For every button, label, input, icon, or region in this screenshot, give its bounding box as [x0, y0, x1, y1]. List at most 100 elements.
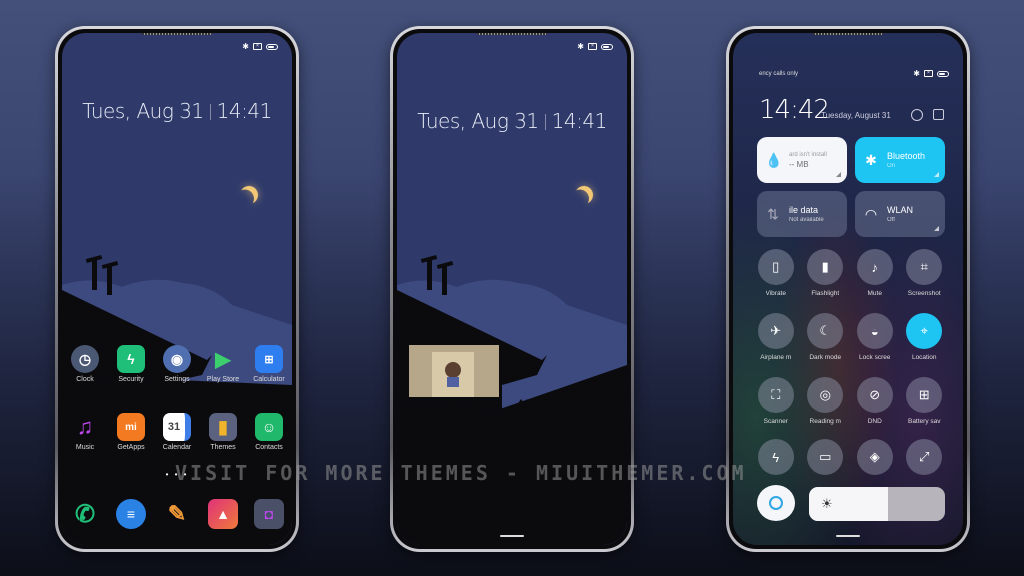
toggle-location[interactable]: ⌖ Location	[900, 313, 950, 361]
bluetooth-icon: ✱	[865, 151, 877, 168]
tile-storage[interactable]: 💧 ard isn't install -- MB	[757, 137, 847, 183]
tile-wlan[interactable]: ◠ WLAN Off	[855, 191, 945, 237]
toggle-label: Location	[911, 354, 937, 361]
toggle-label: Battery sav	[907, 418, 941, 425]
auto-brightness-button[interactable]	[757, 485, 795, 521]
calendar-icon: 31	[163, 413, 191, 441]
app-settings[interactable]: ◉ Settings	[154, 345, 200, 383]
toggle-resize[interactable]: ⤢	[900, 439, 950, 475]
app-contacts[interactable]: ☺ Contacts	[246, 413, 292, 451]
location-icon: ⌖	[906, 313, 943, 349]
airplane-icon: ✈	[757, 313, 794, 349]
battery-saver-icon: ⊞	[906, 377, 943, 413]
toggle-cast[interactable]: ▭	[801, 439, 851, 475]
app-music[interactable]: ♫ Music	[62, 413, 108, 451]
bluetooth-icon: ✱	[242, 42, 249, 51]
earpiece	[813, 33, 883, 35]
tile-mobile-data[interactable]: ⇅ ile data Not available	[757, 191, 847, 237]
toggle-label: Reading m	[809, 418, 841, 425]
toggle-lock-screen[interactable]: ◒ Lock scree	[850, 313, 900, 361]
toggle-mute[interactable]: ♪ Mute	[850, 249, 900, 297]
earpiece	[477, 33, 547, 35]
phone-icon[interactable]: ✆	[70, 499, 100, 529]
wifi-icon: ◠	[864, 205, 878, 222]
screenshot-icon: ⌗	[906, 249, 943, 285]
wallpaper-scene	[397, 245, 627, 545]
home-indicator[interactable]	[836, 535, 860, 537]
notes-icon[interactable]: ✎	[162, 499, 192, 529]
messages-icon[interactable]: ≡	[116, 499, 146, 529]
toggle-label: Scanner	[763, 418, 788, 425]
lock-screen-icon: ◒	[856, 313, 893, 349]
app-play-store[interactable]: ▶ Play Store	[200, 345, 246, 384]
expand-corner-icon	[934, 226, 939, 231]
app-label: Play Store	[206, 376, 240, 383]
app-themes[interactable]: ▮ Themes	[200, 413, 246, 451]
app-clock[interactable]: ◷ Clock	[62, 345, 108, 383]
toggle-vibrate[interactable]: ▯ Vibrate	[751, 249, 801, 297]
edit-icon[interactable]	[933, 109, 944, 120]
toggle-label: Screenshot	[907, 290, 941, 297]
tile-sub: On	[887, 163, 896, 169]
dark-mode-icon: ☾	[807, 313, 844, 349]
bluetooth-icon: ✱	[577, 42, 584, 51]
toggle-dark-mode[interactable]: ☾ Dark mode	[801, 313, 851, 361]
tile-sub: -- MB	[789, 159, 809, 169]
auto-brightness-icon	[769, 496, 783, 510]
toggle-scanner[interactable]: ⛶ Scanner	[751, 377, 801, 425]
cast-icon: ▭	[807, 439, 844, 475]
toggle-label: Flashlight	[811, 290, 840, 297]
gallery-icon[interactable]: ▲	[208, 499, 238, 529]
battery-icon	[601, 43, 613, 50]
security-icon: ϟ	[117, 345, 145, 373]
themes-icon: ▮	[209, 413, 237, 441]
clock-text: 14:42	[759, 95, 830, 125]
app-label: Calculator	[253, 376, 285, 383]
date-text: Tues, Aug 31	[417, 109, 539, 133]
tile-bluetooth[interactable]: ✱ Bluetooth On	[855, 137, 945, 183]
app-calendar[interactable]: 31 Calendar	[154, 413, 200, 451]
moon-icon	[237, 183, 260, 206]
control-center: ency calls only ✱ × 14:42 Tuesday, Augus…	[733, 33, 963, 545]
toggle-airplane-mode[interactable]: ✈ Airplane m	[751, 313, 801, 361]
app-security[interactable]: ϟ Security	[108, 345, 154, 383]
tile-title: ile data	[789, 205, 819, 215]
app-grid-row-2: ♫ Music mi GetApps 31 Calendar ▮ Themes ☺ Con…	[62, 413, 292, 451]
date-time-widget[interactable]: Tues, Aug 31 14:41	[62, 99, 292, 123]
app-calculator[interactable]: ⊞ Calculator	[246, 345, 292, 383]
music-icon: ♫	[76, 414, 94, 439]
app-getapps[interactable]: mi GetApps	[108, 413, 154, 451]
toggle-power[interactable]: ϟ	[751, 439, 801, 475]
toggle-reading-mode[interactable]: ◎ Reading m	[801, 377, 851, 425]
toggles-row-2: ✈ Airplane m ☾ Dark mode ◒ Lock scree ⌖ Loca…	[751, 313, 949, 361]
app-label: GetApps	[117, 444, 145, 451]
water-drop-icon: 💧	[765, 151, 783, 168]
brightness-slider[interactable]: ☀	[809, 487, 945, 521]
status-bar: ✱ ×	[242, 42, 278, 51]
toggle-flashlight[interactable]: ▮ Flashlight	[801, 249, 851, 297]
bluetooth-icon: ✱	[913, 69, 920, 78]
flashlight-icon: ▮	[807, 249, 844, 285]
mobile-data-icon: ⇅	[767, 205, 779, 222]
toggle-dnd[interactable]: ⊘ DND	[850, 377, 900, 425]
play-store-icon: ▶	[215, 348, 231, 371]
toggle-mi-share[interactable]: ◈	[850, 439, 900, 475]
camera-icon[interactable]: ◘	[254, 499, 284, 529]
settings-gear-icon[interactable]	[911, 109, 923, 121]
tile-title: Bluetooth	[887, 151, 926, 161]
toggle-battery-saver[interactable]: ⊞ Battery sav	[900, 377, 950, 425]
app-label: Music	[75, 444, 95, 451]
home-indicator[interactable]	[500, 535, 524, 537]
date-time-widget: Tues, Aug 31 14:41	[397, 109, 627, 133]
toggle-label: Lock scree	[859, 354, 891, 361]
toggles-row-1: ▯ Vibrate ▮ Flashlight ♪ Mute ⌗ Screenshot	[751, 249, 949, 297]
app-grid-row-1: ◷ Clock ϟ Security ◉ Settings ▶ Play Store ⊞…	[62, 345, 292, 383]
sim-icon: ×	[588, 43, 597, 50]
expand-corner-icon	[836, 172, 841, 177]
contacts-icon: ☺	[255, 413, 283, 441]
toggle-screenshot[interactable]: ⌗ Screenshot	[900, 249, 950, 297]
toggle-label: Vibrate	[765, 290, 786, 297]
watermark-text: VISIT FOR MORE THEMES - MIUITHEMER.COM	[175, 461, 747, 485]
reading-mode-icon: ◎	[807, 377, 844, 413]
getapps-icon: mi	[117, 413, 145, 441]
